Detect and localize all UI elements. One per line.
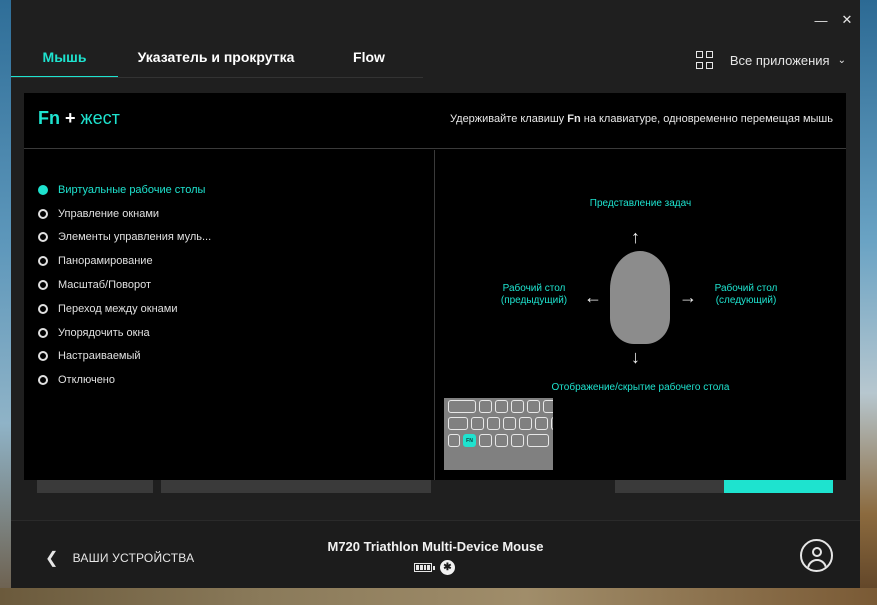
desktop-background-left [0,0,11,605]
gesture-down-label: Отображение/скрытие рабочего стола [551,382,730,393]
mouse-icon [610,251,670,344]
gesture-right-label: Рабочий стол (следующий) [706,283,786,307]
panel-hint: Удерживайте клавишу Fn на клавиатуре, од… [450,113,833,125]
gesture-options-list: Виртуальные рабочие столы Управление окн… [38,178,211,392]
bluetooth-icon: ✱ [440,560,455,575]
applications-dropdown[interactable]: Все приложения ⌄ [695,48,846,72]
fn-key-icon: FN [463,434,476,447]
minimize-button[interactable]: — [808,8,834,32]
obscured-control [37,480,153,493]
tab-flow[interactable]: Flow [314,36,424,78]
option-zoom-rotate[interactable]: Масштаб/Поворот [38,273,211,297]
obscured-control [615,480,724,493]
panel-title: Fn + жест [38,108,120,129]
radio-icon[interactable] [38,351,48,362]
desktop-background-bottom [0,588,877,605]
battery-icon [414,563,435,572]
keyboard-icon: FN [444,398,553,470]
option-arrange-windows[interactable]: Упорядочить окна [38,321,211,345]
option-label: Виртуальные рабочие столы [58,183,206,196]
window-controls: — ✕ [808,8,860,32]
gesture-left-line2: (предыдущий) [500,295,568,306]
radio-icon[interactable] [38,375,48,386]
grid-icon [695,51,714,69]
tab-pointer-scroll[interactable]: Указатель и прокрутка [118,36,314,78]
hint-key: Fn [567,113,581,125]
option-label: Панорамирование [58,255,153,268]
arrow-up-icon: ↑ [631,227,640,247]
gesture-settings-panel: Fn + жест Удерживайте клавишу Fn на клав… [24,93,846,480]
option-label: Упорядочить окна [58,326,150,339]
option-window-management[interactable]: Управление окнами [38,202,211,226]
option-label: Масштаб/Поворот [58,279,152,292]
tab-bar-divider [11,77,423,78]
panel-header: Fn + жест Удерживайте клавишу Fn на клав… [24,93,846,149]
account-icon[interactable] [800,539,833,572]
option-label: Переход между окнами [58,302,178,315]
obscured-control [161,480,431,493]
radio-icon[interactable] [38,232,48,243]
option-label: Управление окнами [58,207,160,220]
hint-suffix: на клавиатуре, одновременно перемещая мы… [583,113,833,125]
desktop-background-right [860,0,877,605]
arrow-right-icon: → [679,287,697,307]
radio-icon[interactable] [38,303,48,314]
option-virtual-desktops[interactable]: Виртуальные рабочие столы [38,178,211,202]
footer-bar: ❮ ВАШИ УСТРОЙСТВА M720 Triathlon Multi-D… [11,520,860,588]
radio-icon[interactable] [38,327,48,338]
radio-selected-icon[interactable] [38,184,48,195]
chevron-down-icon: ⌄ [837,54,846,66]
arrow-left-icon: ← [584,287,602,307]
option-label: Настраиваемый [58,350,141,363]
option-label: Отключено [58,374,115,387]
option-custom[interactable]: Настраиваемый [38,345,211,369]
panel-title-plus: + [65,108,76,128]
obscured-accent-button [724,480,833,493]
gesture-up-label: Представление задач [589,198,692,209]
device-name: M720 Triathlon Multi-Device Mouse [327,539,544,554]
tab-bar: Мышь Указатель и прокрутка Flow [11,36,424,78]
radio-icon[interactable] [38,256,48,267]
close-button[interactable]: ✕ [834,8,860,32]
applications-dropdown-label: Все приложения [729,52,830,68]
option-panning[interactable]: Панорамирование [38,249,211,273]
hint-prefix: Удерживайте клавишу [450,113,565,125]
gesture-left-label: Рабочий стол (предыдущий) [494,283,574,307]
radio-icon[interactable] [38,280,48,291]
gesture-right-line1: Рабочий стол [714,283,778,294]
radio-icon[interactable] [38,208,48,219]
option-label: Элементы управления муль... [58,231,212,244]
arrow-down-icon: ↓ [631,347,640,367]
tab-mouse[interactable]: Мышь [11,36,118,78]
panel-title-gesture: жест [80,108,120,128]
option-window-switching[interactable]: Переход между окнами [38,297,211,321]
gesture-left-line1: Рабочий стол [502,283,566,294]
panel-title-key: Fn [38,108,60,128]
device-status: ✱ [414,560,455,575]
option-disabled[interactable]: Отключено [38,368,211,392]
option-media-controls[interactable]: Элементы управления муль... [38,226,211,250]
logitech-options-window: — ✕ Мышь Указатель и прокрутка Flow Все … [11,0,860,588]
gesture-right-line2: (следующий) [715,295,777,306]
